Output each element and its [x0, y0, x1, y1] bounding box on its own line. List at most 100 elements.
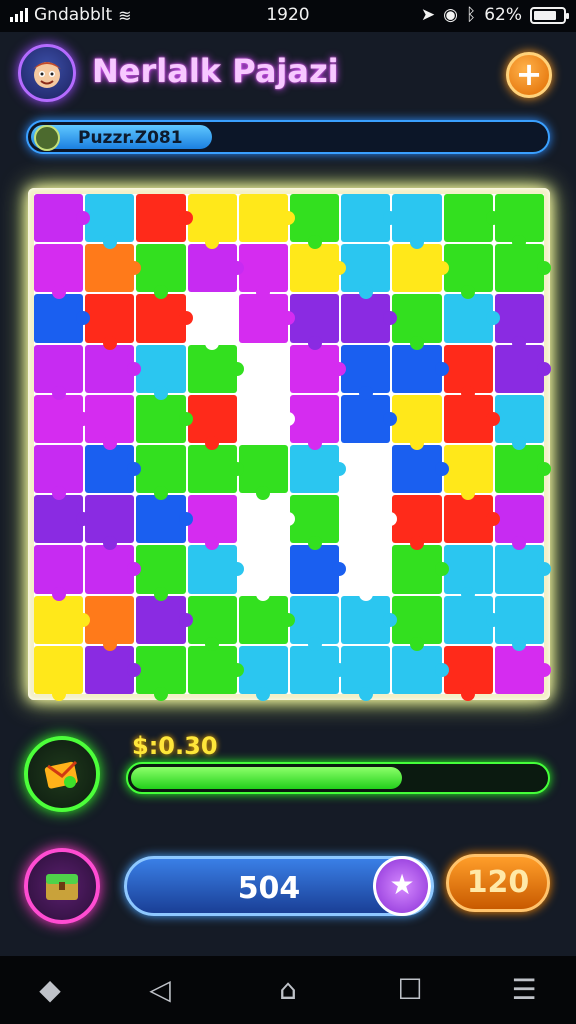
puzzle-piece[interactable] — [290, 294, 340, 350]
puzzle-piece[interactable] — [238, 445, 288, 501]
puzzle-piece[interactable] — [290, 244, 347, 293]
puzzle-piece[interactable] — [34, 344, 84, 401]
coin-counter[interactable]: 120 — [446, 854, 550, 912]
back-icon[interactable]: ◁ — [144, 974, 176, 1006]
puzzle-piece[interactable] — [85, 244, 142, 293]
puzzle-piece[interactable] — [34, 394, 91, 443]
puzzle-piece[interactable] — [187, 194, 237, 250]
recent-apps-icon[interactable]: ☐ — [394, 974, 426, 1006]
puzzle-piece[interactable] — [34, 545, 84, 601]
puzzle-piece[interactable] — [494, 244, 552, 293]
puzzle-board[interactable] — [34, 194, 552, 702]
puzzle-piece[interactable] — [136, 244, 186, 300]
puzzle-piece[interactable] — [187, 445, 245, 494]
puzzle-piece[interactable] — [392, 244, 449, 293]
puzzle-piece[interactable] — [290, 194, 340, 250]
puzzle-piece[interactable] — [443, 645, 493, 702]
puzzle-piece[interactable] — [238, 495, 296, 544]
puzzle-piece[interactable] — [341, 244, 391, 300]
puzzle-piece[interactable] — [136, 394, 193, 443]
puzzle-piece[interactable] — [85, 344, 142, 393]
puzzle-piece[interactable] — [34, 645, 84, 702]
puzzle-piece[interactable] — [341, 445, 391, 501]
puzzle-piece[interactable] — [494, 645, 552, 694]
puzzle-piece[interactable] — [187, 545, 245, 594]
puzzle-piece[interactable] — [290, 495, 340, 551]
puzzle-piece[interactable] — [341, 545, 391, 601]
puzzle-piece[interactable] — [494, 394, 544, 451]
puzzle-piece[interactable] — [392, 495, 442, 551]
puzzle-piece[interactable] — [341, 495, 398, 544]
puzzle-piece[interactable] — [494, 194, 544, 250]
add-button[interactable]: + — [506, 52, 552, 98]
puzzle-piece[interactable] — [443, 244, 493, 300]
puzzle-piece[interactable] — [290, 394, 340, 451]
puzzle-piece[interactable] — [443, 595, 501, 644]
puzzle-piece[interactable] — [34, 244, 84, 300]
gift-button[interactable] — [24, 736, 100, 812]
puzzle-piece[interactable] — [392, 645, 449, 694]
puzzle-piece[interactable] — [392, 545, 449, 594]
puzzle-piece[interactable] — [34, 194, 91, 243]
puzzle-piece[interactable] — [238, 394, 296, 443]
puzzle-piece[interactable] — [392, 595, 442, 652]
puzzle-piece[interactable] — [136, 595, 193, 644]
puzzle-piece[interactable] — [494, 344, 552, 393]
puzzle-piece[interactable] — [443, 194, 501, 243]
puzzle-piece[interactable] — [392, 394, 442, 451]
puzzle-piece[interactable] — [136, 445, 186, 501]
puzzle-piece[interactable] — [443, 445, 493, 501]
puzzle-piece[interactable] — [341, 394, 398, 443]
puzzle-piece[interactable] — [392, 294, 442, 350]
puzzle-piece[interactable] — [238, 194, 296, 243]
puzzle-piece[interactable] — [494, 595, 544, 652]
puzzle-piece[interactable] — [341, 645, 391, 702]
puzzle-piece[interactable] — [34, 595, 91, 644]
home-icon[interactable]: ⌂ — [272, 974, 304, 1006]
puzzle-piece[interactable] — [34, 495, 91, 544]
puzzle-piece[interactable] — [85, 545, 142, 594]
puzzle-piece[interactable] — [392, 344, 449, 393]
puzzle-piece[interactable] — [443, 495, 501, 544]
menu-icon[interactable]: ☰ — [508, 974, 540, 1006]
puzzle-piece[interactable] — [85, 294, 135, 350]
puzzle-piece[interactable] — [392, 445, 449, 494]
puzzle-piece[interactable] — [494, 545, 552, 594]
puzzle-piece[interactable] — [187, 394, 237, 451]
puzzle-piece[interactable] — [85, 595, 135, 652]
puzzle-piece[interactable] — [494, 294, 544, 350]
puzzle-piece[interactable] — [136, 344, 186, 401]
puzzle-piece[interactable] — [494, 495, 544, 551]
puzzle-piece[interactable] — [136, 194, 193, 243]
assistant-icon[interactable]: ◆ — [34, 974, 66, 1006]
puzzle-piece[interactable] — [341, 595, 398, 644]
puzzle-piece[interactable] — [341, 294, 398, 343]
puzzle-piece[interactable] — [85, 645, 142, 694]
puzzle-piece[interactable] — [187, 495, 237, 551]
puzzle-piece[interactable] — [392, 194, 442, 250]
puzzle-piece[interactable] — [85, 194, 135, 250]
puzzle-piece[interactable] — [290, 545, 347, 594]
puzzle-piece[interactable] — [187, 645, 245, 694]
puzzle-piece[interactable] — [85, 394, 135, 451]
puzzle-piece[interactable] — [290, 344, 347, 393]
puzzle-piece[interactable] — [136, 495, 193, 544]
puzzle-piece[interactable] — [238, 244, 288, 300]
puzzle-piece[interactable] — [85, 495, 135, 551]
puzzle-piece[interactable] — [187, 344, 245, 393]
puzzle-piece[interactable] — [238, 294, 296, 343]
puzzle-piece[interactable] — [443, 545, 493, 601]
star-button[interactable]: ★ — [373, 856, 431, 916]
puzzle-piece[interactable] — [187, 294, 237, 350]
puzzle-piece[interactable] — [443, 344, 493, 401]
puzzle-piece[interactable] — [443, 294, 501, 343]
puzzle-piece[interactable] — [136, 645, 186, 702]
puzzle-piece[interactable] — [187, 244, 245, 293]
puzzle-piece[interactable] — [341, 344, 391, 401]
puzzle-piece[interactable] — [290, 645, 347, 694]
player-avatar[interactable] — [18, 44, 76, 102]
puzzle-piece[interactable] — [443, 394, 501, 443]
puzzle-piece[interactable] — [85, 445, 142, 494]
puzzle-piece[interactable] — [238, 645, 288, 702]
puzzle-piece[interactable] — [136, 545, 186, 601]
